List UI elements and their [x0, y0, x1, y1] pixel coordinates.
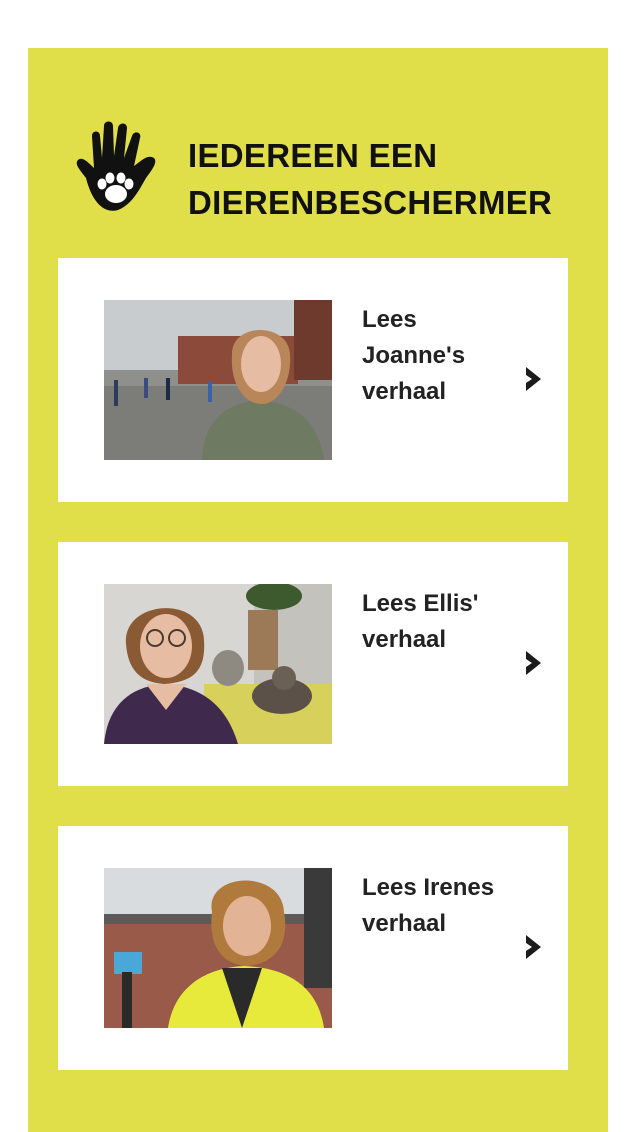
story-card-irene[interactable]: Lees Irenes verhaal — [58, 826, 568, 1070]
story-card-ellis[interactable]: Lees Ellis' verhaal — [58, 542, 568, 786]
story-label[interactable]: Lees Irenes verhaal — [362, 870, 512, 942]
campaign-panel: IEDEREEN EEN DIERENBESCHERMER Lees Joann… — [28, 48, 608, 1132]
title-line-1: IEDEREEN EEN — [188, 137, 438, 174]
chevron-right-icon[interactable] — [522, 932, 546, 962]
story-card-joanne[interactable]: Lees Joanne's verhaal — [58, 258, 568, 502]
campaign-header: IEDEREEN EEN DIERENBESCHERMER — [72, 120, 592, 230]
joanne-photo — [104, 300, 332, 460]
title-line-2: DIERENBESCHERMER — [188, 184, 553, 221]
chevron-right-icon[interactable] — [522, 364, 546, 394]
story-label[interactable]: Lees Joanne's verhaal — [362, 302, 512, 410]
hand-paw-icon — [76, 121, 156, 211]
irene-photo — [104, 868, 332, 1028]
page-title: IEDEREEN EEN DIERENBESCHERMER — [188, 132, 608, 226]
ellis-photo — [104, 584, 332, 744]
story-label[interactable]: Lees Ellis' verhaal — [362, 586, 512, 658]
chevron-right-icon[interactable] — [522, 648, 546, 678]
